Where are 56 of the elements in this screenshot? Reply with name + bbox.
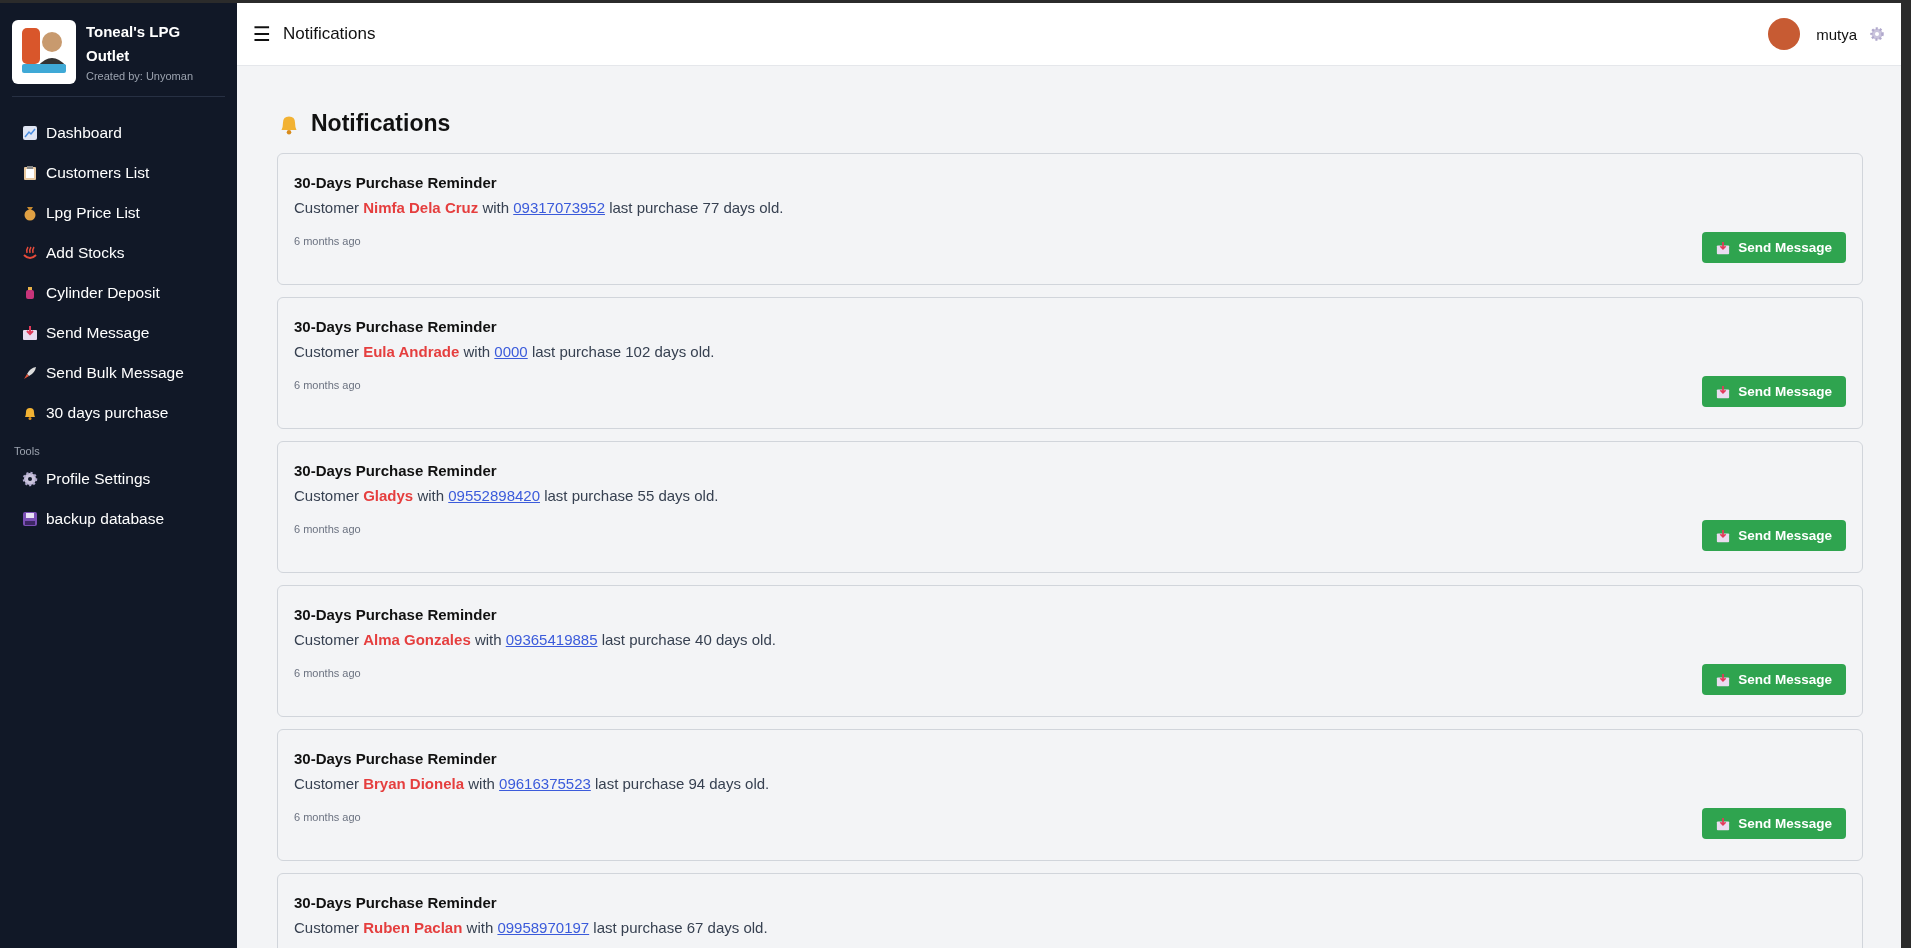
menu-button[interactable]: ☰ <box>253 22 271 46</box>
envelope-icon <box>1716 384 1731 399</box>
money-bag-icon <box>22 205 38 221</box>
notification-title: 30-Days Purchase Reminder <box>294 750 498 767</box>
sidebar-item[interactable]: Send Bulk Message <box>12 353 225 393</box>
clipboard-icon <box>22 165 38 181</box>
notification-title: 30-Days Purchase Reminder <box>294 174 498 191</box>
phone-link[interactable]: 0000 <box>494 343 528 360</box>
rocket-icon <box>22 365 38 381</box>
notification-message: Customer Eula Andrade with 0000 last purchase 102 days old. <box>294 343 716 360</box>
timestamp: 6 months ago <box>294 811 361 823</box>
brand-subtitle: Created by: Unyoman <box>86 70 194 82</box>
sidebar-item[interactable]: 30 days purchase <box>12 393 225 433</box>
user-name[interactable]: mutya <box>1816 25 1857 43</box>
notification-message: Customer Ruben Paclan with 09958970197 last purchase 67 days old. <box>294 919 769 936</box>
page-title: Notifications <box>311 110 451 137</box>
sidebar-item[interactable]: Send Message <box>12 313 225 353</box>
gear-icon <box>22 471 38 487</box>
notification-title: 30-Days Purchase Reminder <box>294 894 498 911</box>
notification-message: Customer Alma Gonzales with 09365419885 last purchase 40 days old. <box>294 631 777 648</box>
notification-message: Customer Bryan Dionela with 09616375523 last purchase 94 days old. <box>294 775 771 792</box>
page-header-title: Notifications <box>282 24 376 44</box>
envelope-icon <box>1716 528 1731 543</box>
sidebar-item[interactable]: Lpg Price List <box>12 193 225 233</box>
sidebar-item[interactable]: Add Stocks <box>12 233 225 273</box>
phone-link[interactable]: 09616375523 <box>499 775 591 792</box>
logo-drawing <box>12 20 76 84</box>
steam-icon <box>22 245 38 261</box>
sidebar-item[interactable]: Dashboard <box>12 113 225 153</box>
phone-link[interactable]: 09958970197 <box>497 919 590 936</box>
timestamp: 6 months ago <box>294 235 361 247</box>
notification-title: 30-Days Purchase Reminder <box>294 606 498 623</box>
phone-link[interactable]: 09317073952 <box>513 199 605 216</box>
section-label: Tools <box>14 445 41 457</box>
bell-icon <box>22 405 38 421</box>
timestamp: 6 months ago <box>294 379 361 391</box>
brand-title: Toneal's LPG Outlet <box>86 22 182 66</box>
envelope-icon <box>22 325 38 341</box>
timestamp: 6 months ago <box>294 523 361 535</box>
chart-icon <box>22 125 38 141</box>
envelope-icon <box>1716 816 1731 831</box>
envelope-icon <box>1716 240 1731 255</box>
avatar-icon <box>1768 18 1801 50</box>
notification-title: 30-Days Purchase Reminder <box>294 462 498 479</box>
notification-title: 30-Days Purchase Reminder <box>294 318 498 335</box>
notification-message: Customer Gladys with 09552898420 last purchase 55 days old. <box>294 487 720 504</box>
sidebar-item[interactable]: Profile Settings <box>12 459 225 499</box>
settings-icon[interactable] <box>1869 26 1885 42</box>
timestamp: 6 months ago <box>294 667 361 679</box>
sidebar-item[interactable]: backup database <box>12 499 225 539</box>
sidebar-item[interactable]: Customers List <box>12 153 225 193</box>
notification-message: Customer Nimfa Dela Cruz with 09317073952 last purchase 77 days old. <box>294 199 785 216</box>
phone-link[interactable]: 09365419885 <box>505 631 598 648</box>
phone-link[interactable]: 09552898420 <box>448 487 540 504</box>
sidebar-item[interactable]: Cylinder Deposit <box>12 273 225 313</box>
envelope-icon <box>1716 672 1731 687</box>
